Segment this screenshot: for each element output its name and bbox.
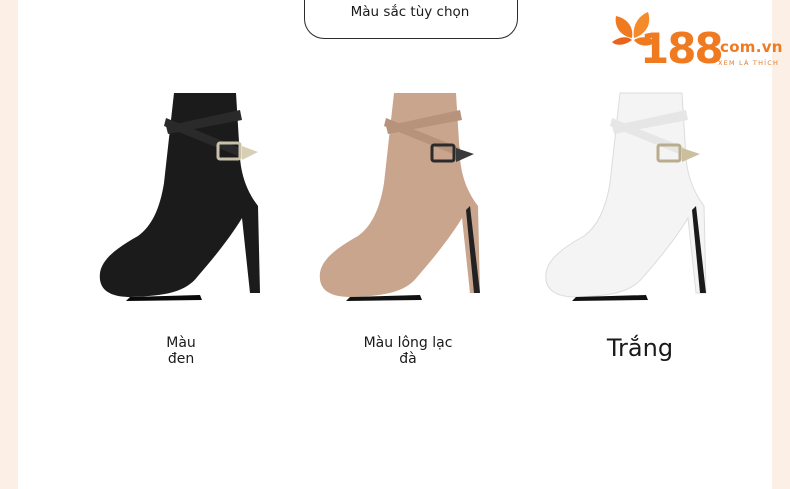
logo-number: 188 [640, 24, 724, 73]
logo-domain: .com.vn [714, 38, 783, 56]
boot-image-camel[interactable] [310, 88, 530, 303]
logo-tagline: XEM LÀ THÍCH [718, 59, 780, 67]
option-label-black[interactable]: Màu đen [156, 335, 206, 367]
boot-image-white[interactable] [536, 88, 756, 303]
boot-image-black[interactable] [90, 88, 310, 303]
option-label-white[interactable]: Trắng [590, 334, 690, 362]
brand-logo[interactable]: 188 .com.vn XEM LÀ THÍCH [610, 8, 790, 80]
page-title: Màu sắc tùy chọn [350, 4, 470, 20]
option-label-camel[interactable]: Màu lông lạc đà [360, 335, 456, 367]
